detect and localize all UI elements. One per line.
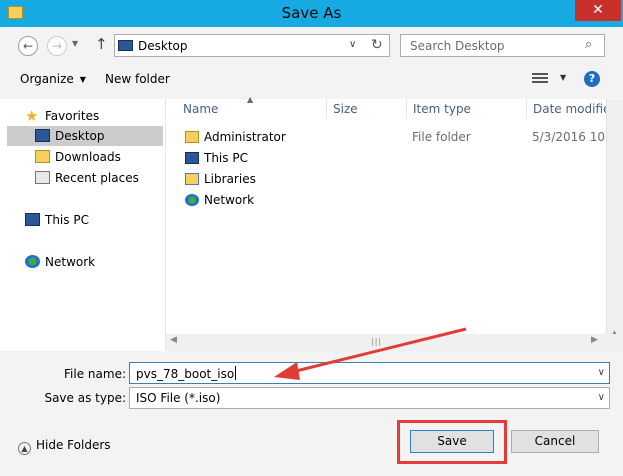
user-folder-icon bbox=[185, 131, 199, 143]
file-name-value: pvs_78_boot_iso bbox=[136, 366, 237, 381]
file-name: Libraries bbox=[204, 172, 256, 186]
sidebar-item-label: Favorites bbox=[45, 109, 100, 123]
libraries-icon bbox=[185, 173, 199, 185]
sidebar-item-label: This PC bbox=[45, 213, 89, 227]
title-bar: Save As ✕ bbox=[0, 0, 623, 27]
chevron-up-icon: ▲ bbox=[18, 442, 31, 455]
sidebar-item-downloads[interactable]: Downloads bbox=[35, 147, 121, 167]
network-icon bbox=[25, 255, 40, 268]
organize-menu-button[interactable]: Organize ▼ bbox=[20, 72, 86, 86]
file-row-this-pc[interactable]: This PC bbox=[166, 148, 606, 168]
hide-folders-label: Hide Folders bbox=[36, 438, 111, 452]
view-options-icon[interactable] bbox=[532, 73, 548, 85]
computer-icon bbox=[185, 152, 199, 164]
scroll-left-icon[interactable]: ◀ bbox=[170, 335, 177, 345]
save-as-type-value: ISO File (*.iso) bbox=[136, 391, 221, 405]
search-input[interactable] bbox=[402, 36, 580, 55]
refresh-button[interactable]: ↻ bbox=[371, 37, 383, 53]
file-row-network[interactable]: Network bbox=[166, 190, 606, 210]
sidebar-item-favorites[interactable]: ★ Favorites bbox=[25, 106, 99, 126]
window-title: Save As bbox=[281, 4, 342, 22]
horizontal-scrollbar[interactable]: ◀ ||| ▶ bbox=[166, 334, 606, 351]
recent-places-icon bbox=[35, 171, 50, 184]
help-icon[interactable]: ? bbox=[584, 71, 600, 87]
save-as-type-label: Save as type: bbox=[44, 391, 126, 405]
scrollbar-corner bbox=[606, 334, 623, 351]
file-name-label: File name: bbox=[64, 367, 126, 381]
address-bar[interactable]: Desktop ∨ ↻ bbox=[114, 34, 390, 57]
save-highlight-box bbox=[397, 420, 507, 464]
sidebar-item-label: Recent places bbox=[55, 171, 139, 185]
hide-folders-button[interactable]: ▲ Hide Folders bbox=[18, 438, 111, 455]
file-list: Name Size Item type Date modified Admini… bbox=[166, 99, 623, 351]
forward-button[interactable]: → bbox=[47, 36, 67, 56]
save-form: File name: pvs_78_boot_iso ∨ Save as typ… bbox=[0, 351, 623, 476]
star-icon: ★ bbox=[25, 107, 39, 125]
close-button[interactable]: ✕ bbox=[575, 0, 621, 21]
column-header-item-type[interactable]: Item type bbox=[407, 99, 527, 119]
scrollbar-grip[interactable]: ||| bbox=[371, 337, 382, 346]
sidebar-item-label: Network bbox=[45, 255, 96, 269]
back-button[interactable]: ← bbox=[18, 36, 38, 56]
sidebar-item-label: Downloads bbox=[55, 150, 121, 164]
file-name-dropdown-icon[interactable]: ∨ bbox=[598, 367, 605, 378]
save-as-type-select[interactable]: ISO File (*.iso) ∨ bbox=[129, 387, 610, 409]
computer-icon bbox=[25, 213, 40, 226]
navigation-pane: ★ Favorites Desktop Downloads Recent plac… bbox=[7, 99, 165, 351]
desktop-icon bbox=[118, 40, 133, 51]
sidebar-item-desktop[interactable]: Desktop bbox=[7, 126, 163, 146]
vertical-scrollbar[interactable]: ▲ ▼ bbox=[606, 99, 623, 351]
cancel-button[interactable]: Cancel bbox=[511, 430, 599, 453]
file-name: This PC bbox=[204, 151, 248, 165]
file-row-libraries[interactable]: Libraries bbox=[166, 169, 606, 189]
scroll-right-icon[interactable]: ▶ bbox=[591, 335, 598, 345]
up-one-level-button[interactable]: ↑ bbox=[95, 35, 108, 53]
file-type: File folder bbox=[412, 130, 471, 144]
column-header-size[interactable]: Size bbox=[327, 99, 407, 119]
address-dropdown-icon[interactable]: ∨ bbox=[349, 39, 356, 50]
sidebar-item-label: Desktop bbox=[55, 129, 105, 143]
downloads-folder-icon bbox=[35, 150, 50, 163]
file-name: Administrator bbox=[204, 130, 286, 144]
sort-ascending-icon: ▲ bbox=[247, 95, 254, 104]
recent-locations-dropdown-icon[interactable]: ▼ bbox=[72, 39, 78, 48]
view-dropdown-icon[interactable]: ▼ bbox=[560, 73, 566, 82]
column-header-date-modified[interactable]: Date modified bbox=[527, 99, 606, 119]
new-folder-button[interactable]: New folder bbox=[105, 72, 170, 86]
save-as-type-dropdown-icon[interactable]: ∨ bbox=[598, 392, 605, 403]
desktop-icon bbox=[35, 129, 50, 142]
sidebar-item-network[interactable]: Network bbox=[25, 252, 95, 272]
file-name: Network bbox=[204, 193, 255, 207]
file-name-field[interactable]: pvs_78_boot_iso ∨ bbox=[129, 362, 610, 384]
dialog-header: ← → ▼ ↑ Desktop ∨ ↻ ⌕ Organize ▼ New fold… bbox=[0, 27, 623, 99]
search-box[interactable]: ⌕ bbox=[400, 34, 605, 57]
address-text: Desktop bbox=[138, 39, 188, 53]
chevron-down-icon: ▼ bbox=[79, 75, 86, 84]
sidebar-item-this-pc[interactable]: This PC bbox=[25, 210, 89, 230]
file-row-administrator[interactable]: Administrator File folder 5/3/2016 10:27… bbox=[166, 127, 623, 147]
sidebar-item-recent-places[interactable]: Recent places bbox=[35, 168, 139, 188]
search-icon[interactable]: ⌕ bbox=[585, 37, 592, 52]
network-icon bbox=[185, 194, 199, 206]
organize-label: Organize bbox=[20, 72, 74, 86]
